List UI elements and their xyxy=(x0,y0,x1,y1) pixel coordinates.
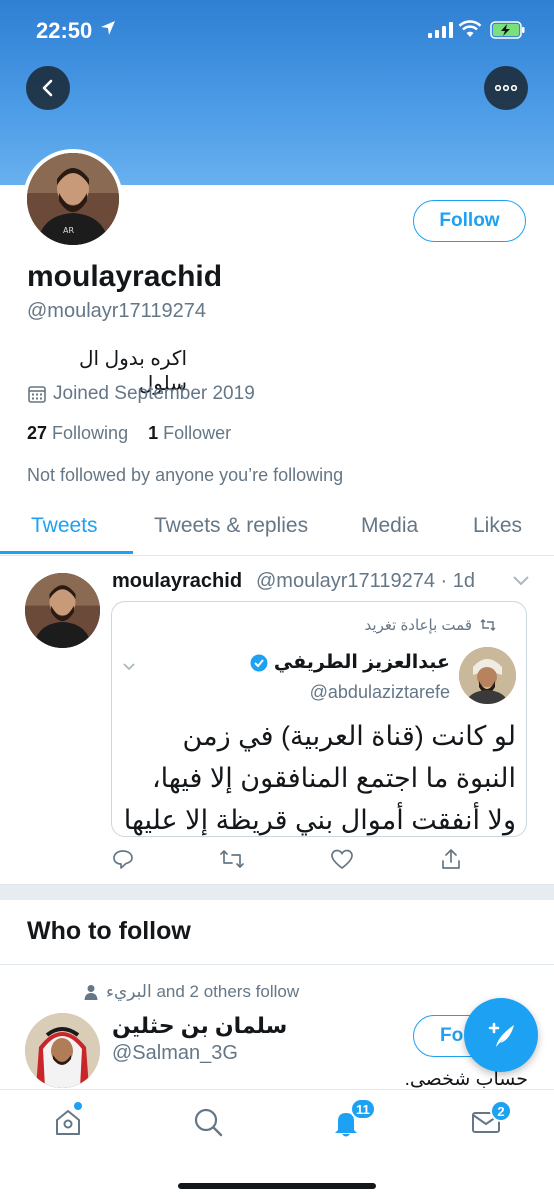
tweet-author-avatar[interactable] xyxy=(25,573,100,648)
search-icon[interactable] xyxy=(192,1106,224,1138)
section-divider xyxy=(0,884,554,900)
tab-tweets-replies[interactable]: Tweets & replies xyxy=(154,514,308,538)
following-link[interactable]: 27 Following xyxy=(27,423,128,443)
followers-link[interactable]: 1 Follower xyxy=(148,423,231,443)
avatar-photo xyxy=(459,647,516,704)
wifi-icon xyxy=(458,20,482,37)
avatar-photo xyxy=(25,1013,100,1088)
follow-button[interactable]: Follow xyxy=(413,200,526,242)
notifications-badge: 11 xyxy=(350,1098,376,1120)
suggested-user-name[interactable]: سلمان بن حثلين xyxy=(112,1013,287,1039)
person-icon xyxy=(84,985,98,1000)
profile-tabs: Tweets Tweets & replies Media Likes xyxy=(0,500,554,556)
svg-text:AR: AR xyxy=(63,226,74,235)
more-dots-icon xyxy=(495,85,517,91)
compose-tweet-button[interactable] xyxy=(464,998,538,1072)
not-followed-notice: Not followed by anyone you’re following xyxy=(27,465,344,485)
joined-date: Joined September 2019 xyxy=(27,383,255,405)
retweet-icon[interactable] xyxy=(219,848,245,870)
tab-tweets[interactable]: Tweets xyxy=(31,514,98,538)
home-indicator xyxy=(178,1183,376,1189)
retweet-context-text: قمت بإعادة تغريد xyxy=(364,617,472,634)
following-label: Following xyxy=(52,423,129,443)
tab-media[interactable]: Media xyxy=(361,514,418,538)
share-icon[interactable] xyxy=(440,848,462,870)
social-context: البريء and 2 others follow xyxy=(84,982,299,1002)
calendar-icon xyxy=(28,386,46,403)
tweet-handle-time: @moulayr17119274 · 1d xyxy=(256,570,475,592)
retweet-context: قمت بإعادة تغريد xyxy=(365,616,496,634)
like-heart-icon[interactable] xyxy=(330,848,354,870)
quoted-author-handle: @abdulaziztarefe xyxy=(309,682,450,702)
bottom-tab-bar: 11 2 xyxy=(0,1089,554,1200)
followers-count: 1 xyxy=(148,423,159,443)
profile-display-name: moulayrachid xyxy=(27,260,223,293)
back-button[interactable] xyxy=(26,66,70,110)
new-content-dot xyxy=(74,1102,82,1110)
location-arrow-icon xyxy=(101,21,115,35)
follow-counts: 27 Following 1 Follower xyxy=(27,423,231,444)
verified-badge-icon xyxy=(250,654,268,671)
battery-charging-icon xyxy=(490,21,525,39)
who-to-follow-title: Who to follow xyxy=(27,917,191,945)
profile-handle: @moulayr17119274 xyxy=(27,300,206,322)
status-time: 22:50 xyxy=(36,18,93,43)
messages-badge: 2 xyxy=(490,1100,512,1122)
chevron-down-icon[interactable] xyxy=(512,574,530,586)
home-icon[interactable] xyxy=(52,1106,84,1138)
quoted-tweet-card[interactable]: قمت بإعادة تغريد عبدالعزيز الطريفي @abdu… xyxy=(111,601,527,837)
retweet-icon xyxy=(480,619,496,631)
quoted-tweet-text: لو كانت (قناة العربية) في زمن النبوة ما … xyxy=(123,721,516,835)
following-count: 27 xyxy=(27,423,48,443)
tweet-author-name[interactable]: moulayrachid xyxy=(112,570,242,593)
more-options-button[interactable] xyxy=(484,66,528,110)
chevron-left-icon xyxy=(42,79,53,97)
suggested-user-avatar[interactable] xyxy=(25,1013,100,1088)
avatar-photo xyxy=(25,573,100,648)
active-tab-indicator xyxy=(0,551,133,554)
chevron-down-icon[interactable] xyxy=(122,662,136,672)
quoted-author-name-text: عبدالعزيز الطريفي xyxy=(273,652,450,673)
tab-likes[interactable]: Likes xyxy=(473,514,522,538)
quoted-author-avatar[interactable] xyxy=(459,647,516,704)
reply-icon[interactable] xyxy=(112,848,134,870)
status-bar: 22:50 xyxy=(0,0,554,62)
quoted-author-name: عبدالعزيز الطريفي xyxy=(250,651,450,674)
social-context-text: البريء and 2 others follow xyxy=(106,982,300,1001)
avatar-photo: AR xyxy=(27,153,119,245)
profile-avatar[interactable]: AR xyxy=(23,149,123,249)
divider xyxy=(0,964,554,965)
suggested-user-handle: @Salman_3G xyxy=(112,1042,238,1064)
cellular-signal-icon xyxy=(428,22,453,38)
joined-text: Joined September 2019 xyxy=(53,383,255,404)
compose-feather-icon xyxy=(488,1022,514,1047)
followers-label: Follower xyxy=(163,423,232,443)
